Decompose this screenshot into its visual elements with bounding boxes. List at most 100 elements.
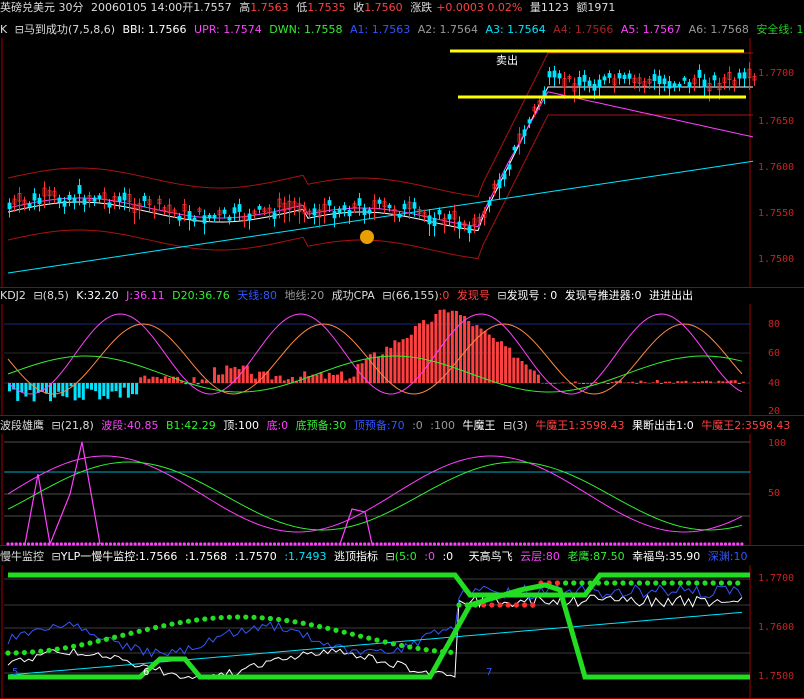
signal-dot: [112, 634, 118, 640]
candle-body: [327, 200, 332, 206]
indicator-toggle-icon[interactable]: ⊟: [15, 23, 24, 36]
kdj-chart[interactable]: 80 60 40 20: [0, 304, 804, 417]
baseline-dot: [592, 542, 596, 546]
bdxy-chart[interactable]: 100 50: [0, 434, 804, 546]
baseline-dot: [691, 542, 695, 546]
nmw2-value: 牛魔王2:3598.43: [701, 419, 791, 432]
kdj-bar: [594, 381, 598, 383]
dingyb-value: 顶预备:70: [353, 419, 405, 432]
baseline-dot: [272, 542, 277, 546]
mnjk-chart[interactable]: 1.7700 1.7600 1.7500 5 6 7: [0, 565, 804, 699]
a3-value: A3: 1.7564: [485, 23, 546, 36]
baseline-dot: [330, 542, 334, 546]
kdj-bar: [57, 383, 61, 392]
baseline-dot: [96, 542, 100, 546]
candle-body: [677, 83, 682, 88]
indicator-toggle-icon[interactable]: ⊟: [386, 550, 395, 563]
signal-dot: [604, 580, 610, 586]
baseline-dot: [84, 542, 88, 546]
baseline-dot: [383, 542, 387, 546]
baseline-dot: [47, 542, 51, 546]
baseline-dot: [551, 542, 555, 546]
kdj-bar: [705, 380, 708, 383]
kdj-bar: [282, 380, 286, 383]
kdj-bar: [442, 309, 446, 383]
indicator-toggle-icon[interactable]: ⊟: [503, 419, 512, 432]
kdj-name[interactable]: KDJ2: [0, 289, 26, 302]
candle-body: [527, 119, 532, 124]
baseline-dot: [477, 542, 482, 546]
fxh2-value: 发现号 : 0: [506, 289, 558, 302]
xfn-value: 幸福鸟:35.90: [632, 550, 701, 563]
signal-dot: [161, 623, 167, 629]
ytick: 1.7700: [758, 68, 795, 79]
kdj-bar: [676, 381, 680, 383]
baseline-dot: [723, 542, 728, 546]
tdzb-name[interactable]: 逃顶指标: [334, 550, 378, 563]
change-value: +0.0003 0.02%: [436, 1, 523, 14]
indicator-toggle-icon[interactable]: ⊟: [382, 289, 391, 302]
baseline-dot: [92, 542, 96, 546]
candle-body: [577, 77, 582, 86]
candle-body: [7, 202, 12, 210]
kdj-bar: [586, 383, 590, 384]
baseline-dot: [559, 542, 564, 546]
z-value: :0: [412, 419, 423, 432]
candle-body: [737, 72, 742, 79]
kdj-bar: [69, 383, 73, 387]
signal-dot: [325, 625, 331, 631]
signal-dot: [423, 647, 429, 653]
candle-body: [72, 197, 77, 204]
ytick: 1.7600: [758, 622, 795, 633]
baseline-dot: [215, 542, 219, 546]
bdxy-name[interactable]: 波段雄鹰: [0, 419, 44, 432]
baseline-dot: [428, 542, 432, 546]
baseline-dot: [301, 542, 305, 546]
indicator-name[interactable]: 马到成功: [24, 23, 68, 36]
kdj-bar: [483, 330, 487, 383]
baseline-dot: [281, 542, 285, 546]
indicator-toggle-icon[interactable]: ⊟: [52, 419, 61, 432]
tgnf-name[interactable]: 天高鸟飞: [469, 550, 513, 563]
fxh-value: 发现号: [456, 289, 490, 302]
candle-body: [502, 173, 507, 180]
signal-dot: [431, 648, 437, 654]
baseline-dot: [18, 542, 22, 546]
candle-body: [222, 209, 227, 214]
kdj-bar: [331, 375, 335, 383]
kdj-bar: [463, 316, 467, 383]
candle-body: [32, 193, 37, 201]
ly-value: 老鹰:87.50: [567, 550, 625, 563]
signal-dot: [636, 580, 643, 586]
candle-body: [257, 206, 262, 210]
kdj-bar: [508, 347, 512, 383]
indicator-toggle-icon[interactable]: ⊟: [497, 289, 506, 302]
indicator-toggle-icon[interactable]: ⊟: [33, 289, 42, 302]
nmw-name[interactable]: 牛魔王: [463, 419, 496, 432]
kdj-bar: [385, 346, 389, 383]
kdj-bar: [131, 383, 134, 395]
signal-dot: [710, 580, 716, 586]
baseline-dot: [334, 542, 338, 546]
baseline-dot: [133, 542, 137, 546]
indicator-toggle-icon[interactable]: ⊟: [52, 550, 61, 563]
baseline-dot: [149, 542, 154, 546]
kdj-bar: [393, 340, 397, 383]
main-price-chart[interactable]: 1.7700 1.7650 1.7600 1.7550 1.7500 卖出: [0, 38, 804, 288]
signal-dot: [136, 628, 142, 634]
baseline-dot: [305, 542, 309, 546]
baseline-dot: [445, 542, 449, 546]
signal-dot: [169, 621, 175, 627]
signal-dot: [38, 648, 44, 654]
signal-dot: [653, 580, 659, 586]
baseline-dot: [227, 542, 231, 546]
baseline-dot: [76, 542, 80, 546]
signal-dot: [366, 635, 372, 641]
baseline-dot: [268, 542, 272, 546]
baseline-dot: [236, 542, 240, 546]
baseline-dot: [600, 542, 605, 546]
mnjk-name[interactable]: 慢牛监控: [0, 550, 44, 563]
ytick: 1.7700: [758, 573, 795, 584]
cpa-name[interactable]: 成功CPA: [332, 289, 375, 302]
candle-body: [427, 215, 432, 225]
